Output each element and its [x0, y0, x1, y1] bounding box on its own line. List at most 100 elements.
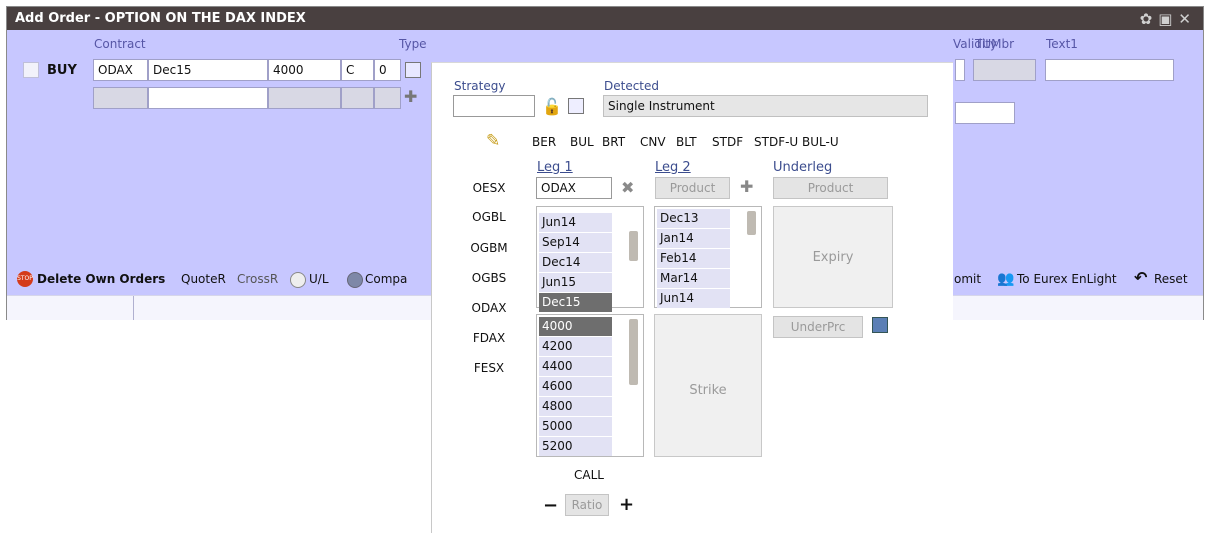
leg1-expiry-item[interactable]: Dec14 — [539, 253, 612, 272]
validity-field[interactable] — [955, 59, 965, 81]
leg1-strike-scrollbar[interactable] — [629, 319, 638, 385]
text1-field[interactable] — [1045, 59, 1174, 81]
strategy-stdf-u[interactable]: STDF-U — [754, 135, 798, 149]
tumbr-field[interactable] — [973, 59, 1036, 81]
underleg-expiry-box[interactable]: Expiry — [773, 206, 893, 308]
detected-label: Detected — [604, 79, 660, 93]
strategy-ber[interactable]: BER — [532, 135, 556, 149]
crossr-button[interactable]: CrossR — [237, 272, 278, 286]
clear-icon[interactable]: ✖ — [621, 178, 634, 197]
ratio-field[interactable]: 0 — [374, 59, 401, 81]
grid-picker-icon[interactable] — [568, 98, 584, 114]
delete-own-orders-button[interactable]: Delete Own Orders — [37, 272, 165, 286]
stop-icon: STOP — [17, 271, 33, 287]
leg2-ratio-field[interactable] — [374, 87, 401, 109]
strike-field[interactable]: 4000 — [268, 59, 341, 81]
strategy-bul[interactable]: BUL — [570, 135, 594, 149]
product-oesx[interactable]: OESX — [459, 181, 519, 195]
grid-picker-icon[interactable] — [405, 62, 421, 78]
underleg-product-button[interactable]: Product — [773, 177, 888, 199]
leg1-strike-item[interactable]: 4600 — [539, 377, 612, 396]
product-fdax[interactable]: FDAX — [459, 331, 519, 345]
product-ogbl[interactable]: OGBL — [459, 210, 519, 224]
leg1-strike-item[interactable]: 5200 — [539, 437, 612, 456]
ul-label: U/L — [309, 272, 329, 286]
leg2-label: Leg 2 — [655, 160, 691, 175]
submit-button[interactable]: omit — [954, 272, 981, 286]
leg1-expiry-item[interactable]: Sep14 — [539, 233, 612, 252]
lock-icon[interactable]: 🔓 — [542, 97, 562, 116]
add-icon[interactable]: ✚ — [740, 177, 753, 196]
leg2-product-button[interactable]: Product — [655, 177, 730, 199]
minimize-icon[interactable]: ▣ — [1158, 10, 1178, 28]
col-contract: Contract — [94, 37, 146, 51]
detected-value: Single Instrument — [603, 95, 928, 117]
leg2-expiry-field[interactable] — [148, 87, 268, 109]
strategy-bul-u[interactable]: BUL-U — [802, 135, 839, 149]
leg1-label: Leg 1 — [537, 160, 573, 175]
leg1-expiry-scrollbar[interactable] — [629, 231, 638, 261]
product-fesx[interactable]: FESX — [459, 361, 519, 375]
leg1-strike-list[interactable]: 4000 4200 4400 4600 4800 5000 5200 — [536, 314, 644, 457]
product-field[interactable]: ODAX — [93, 59, 148, 81]
leg1-expiry-item[interactable]: Jun15 — [539, 273, 612, 292]
reset-button[interactable]: Reset — [1154, 272, 1188, 286]
underleg-expiry-label: Expiry — [812, 250, 854, 265]
leg1-strike-item[interactable]: 4200 — [539, 337, 612, 356]
strategy-blt[interactable]: BLT — [676, 135, 697, 149]
settings-icon[interactable]: ✿ — [1140, 10, 1159, 28]
strategy-input[interactable] — [453, 95, 535, 117]
leg1-product-field[interactable]: ODAX — [536, 177, 612, 199]
title-bar: Add Order - OPTION ON THE DAX INDEX ✿▣✕ — [7, 7, 1203, 30]
col-tumbr: TUMbr — [975, 37, 1015, 51]
calculator-icon[interactable] — [872, 317, 888, 333]
add-leg-icon[interactable]: ✚ — [404, 87, 417, 106]
product-ogbm[interactable]: OGBM — [459, 241, 519, 255]
window-controls: ✿▣✕ — [1140, 10, 1197, 28]
leg1-strike-item-selected[interactable]: 4000 — [539, 317, 612, 336]
leg2-expiry-list[interactable]: Dec13 Jan14 Feb14 Mar14 Jun14 — [654, 206, 762, 308]
strategy-popup: Strategy 🔓 Detected Single Instrument ✎ … — [431, 62, 953, 533]
ratio-button[interactable]: Ratio — [565, 494, 609, 516]
ratio-plus-button[interactable]: + — [619, 494, 634, 515]
close-icon[interactable]: ✕ — [1178, 10, 1197, 28]
compa-label: Compa — [365, 272, 408, 286]
quoter-button[interactable]: QuoteR — [181, 272, 226, 286]
to-eurex-enlight-button[interactable]: To Eurex EnLight — [1017, 272, 1117, 286]
col-text1: Text1 — [1046, 37, 1078, 51]
ratio-minus-button[interactable]: − — [543, 495, 558, 516]
leg2-expiry-item[interactable]: Dec13 — [657, 209, 730, 228]
call-label: CALL — [574, 468, 604, 482]
leg2-expiry-item[interactable]: Jan14 — [657, 229, 730, 248]
leg2-expiry-item[interactable]: Jun14 — [657, 289, 730, 308]
leg2-strike-field[interactable] — [268, 87, 341, 109]
product-odax[interactable]: ODAX — [459, 301, 519, 315]
ul-radio[interactable] — [290, 272, 306, 288]
leg1-strike-item[interactable]: 4400 — [539, 357, 612, 376]
leg2-strike-box[interactable]: Strike — [654, 314, 762, 457]
leg1-strike-item[interactable]: 5000 — [539, 417, 612, 436]
leg1-expiry-list[interactable]: Jun14 Sep14 Dec14 Jun15 Dec15 — [536, 206, 644, 312]
strategy-brt[interactable]: BRT — [602, 135, 625, 149]
leg2-expiry-scrollbar[interactable] — [747, 211, 756, 235]
window-title: Add Order - OPTION ON THE DAX INDEX — [15, 11, 306, 26]
expiry-field[interactable]: Dec15 — [148, 59, 268, 81]
leg2-expiry-item[interactable]: Mar14 — [657, 269, 730, 288]
leg2-type-field[interactable] — [341, 87, 374, 109]
leg2-expiry-item[interactable]: Feb14 — [657, 249, 730, 268]
leg2-product-field[interactable] — [93, 87, 148, 109]
underprc-button[interactable]: UnderPrc — [773, 316, 863, 338]
leg1-expiry-item[interactable]: Jun14 — [539, 213, 612, 232]
extra-field[interactable] — [955, 102, 1015, 124]
leg1-strike-item[interactable]: 4800 — [539, 397, 612, 416]
leg1-expiry-item-selected[interactable]: Dec15 — [539, 293, 612, 312]
leg2-strike-label: Strike — [689, 383, 727, 398]
buy-checkbox[interactable] — [23, 62, 39, 78]
strategy-cnv[interactable]: CNV — [640, 135, 666, 149]
strategy-stdf[interactable]: STDF — [712, 135, 743, 149]
product-ogbs[interactable]: OGBS — [459, 271, 519, 285]
pencil-icon[interactable]: ✎ — [486, 131, 500, 151]
type-field[interactable]: C — [341, 59, 374, 81]
col-type: Type — [399, 37, 427, 51]
compa-radio[interactable] — [347, 272, 363, 288]
